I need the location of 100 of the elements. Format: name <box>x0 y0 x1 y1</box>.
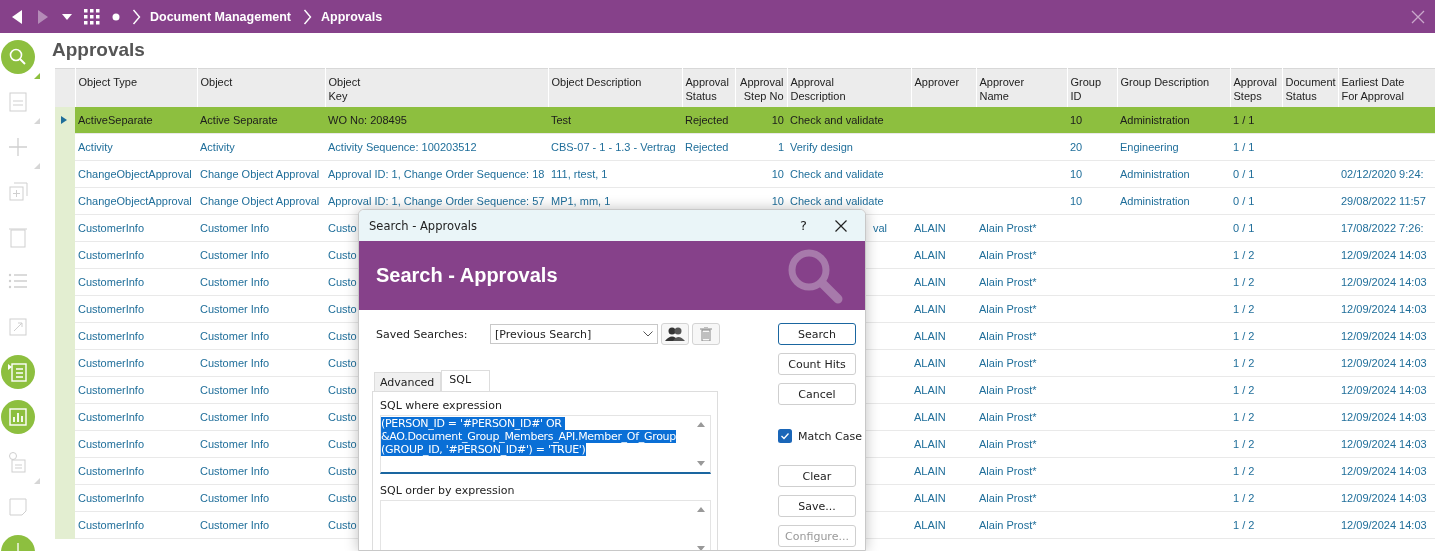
table-cell: Test <box>551 113 572 126</box>
table-cell: 1 / 2 <box>1233 411 1255 423</box>
table-cell: Custo <box>328 384 357 396</box>
table-cell: ChangeObjectApproval <box>78 168 192 180</box>
breadcrumb-link[interactable]: Document Management <box>150 9 291 24</box>
table-cell: Customer Info <box>200 357 270 369</box>
table-cell: Activity Sequence: 100203512 <box>328 141 477 153</box>
table-cell: CustomerInfo <box>78 411 145 423</box>
table-cell: CustomerInfo <box>78 384 145 396</box>
column-header[interactable]: Object <box>197 68 325 107</box>
table-cell: Alain Prost* <box>979 519 1037 531</box>
table-cell: Alain Prost* <box>979 222 1037 234</box>
dialog-button[interactable]: Count Hits <box>778 353 856 375</box>
table-cell: Verify design <box>790 141 853 153</box>
dialog-title: Search - Approvals <box>369 218 477 233</box>
column-header[interactable]: Object Description <box>548 68 682 107</box>
sql-where-field[interactable]: (PERSON_ID = '#PERSON_ID#' OR &AO.Document_Group_Members_API.Member_Of_Group (GROUP_ID, '#PERSON_ID#') = 'TRUE') <box>380 415 711 474</box>
table-cell: 12/09/2024 14:03 <box>1341 465 1427 477</box>
table-cell: 12/09/2024 14:03 <box>1341 276 1427 288</box>
table-row[interactable]: ActiveSeparate Active Separate WO No: 208495 Test Rejected 10 Check and validate 10 Administration 1 / 1 <box>55 106 1435 134</box>
table-cell: 12/09/2024 14:03 <box>1341 357 1427 369</box>
caret-icon[interactable] <box>62 13 72 20</box>
checkbox[interactable] <box>778 429 792 443</box>
table-cell: CustomerInfo <box>78 276 145 288</box>
dialog-button[interactable]: Search <box>778 323 856 345</box>
column-header[interactable]: Approval Status <box>682 68 735 107</box>
table-cell: Custo <box>328 222 357 234</box>
table-cell: 111, rtest, 1 <box>551 168 608 180</box>
help-button[interactable]: ? <box>800 218 807 233</box>
breadcrumb-link[interactable]: Approvals <box>321 9 383 24</box>
table-cell: 1 / 2 <box>1233 276 1255 288</box>
column-header[interactable]: Approver <box>911 68 976 107</box>
apps-grid-icon[interactable] <box>84 8 100 25</box>
table-cell: 12/09/2024 14:03 <box>1341 438 1427 450</box>
table-cell: 1 / 2 <box>1233 303 1255 315</box>
table-cell: Custo <box>328 519 357 531</box>
forward-icon[interactable] <box>36 8 50 25</box>
sql-order-field[interactable] <box>380 500 711 550</box>
table-row[interactable]: ChangeObjectApproval Change Object Approval Approval ID: 1, Change Order Sequence: 18 111, rtest, 1 10 Check and validate 10 Administration 0 / 1 02/12/2020 9:24: <box>55 160 1435 188</box>
table-cell: Customer Info <box>200 249 270 261</box>
column-header[interactable]: Object Key <box>325 68 548 107</box>
table-cell: CustomerInfo <box>78 222 145 234</box>
table-cell: Active Separate <box>200 113 278 126</box>
table-cell: Administration <box>1120 195 1190 207</box>
dialog-button[interactable]: Cancel <box>778 383 856 405</box>
table-cell: 1 / 2 <box>1233 249 1255 261</box>
table-cell: Engineering <box>1120 141 1179 153</box>
table-cell: ALAIN <box>914 465 946 477</box>
dialog-button[interactable]: Clear <box>778 465 856 487</box>
column-header[interactable]: Approver Name <box>976 68 1067 107</box>
table-cell: 12/09/2024 14:03 <box>1341 384 1427 396</box>
tab[interactable]: SQL <box>441 370 491 391</box>
table-cell: ALAIN <box>914 303 946 315</box>
dot-icon[interactable] <box>112 12 120 21</box>
table-cell: 12/09/2024 14:03 <box>1341 519 1427 531</box>
column-header[interactable]: Approval Steps <box>1230 68 1282 107</box>
field-label: SQL where expression <box>380 399 503 412</box>
column-header[interactable]: Approval Description <box>787 68 911 107</box>
trash-icon <box>700 327 712 341</box>
table-cell: Customer Info <box>200 411 270 423</box>
table-cell: CBS-07 - 1 - 1.3 - Vertrag <box>551 141 676 153</box>
table-cell: Activity <box>78 141 113 153</box>
table-cell: 1 / 2 <box>1233 438 1255 450</box>
table-cell: MP1, mm, 1 <box>551 195 611 207</box>
chevron-icon <box>303 8 312 25</box>
saved-searches-dropdown[interactable]: [Previous Search] <box>490 324 658 344</box>
table-cell: ALAIN <box>914 276 946 288</box>
search-icon <box>787 247 843 304</box>
table-row[interactable]: Activity Activity Activity Sequence: 100203512 CBS-07 - 1 - 1.3 - Vertrag Rejected 1 Verify design 20 Engineering 1 / 1 <box>55 133 1435 161</box>
table-cell: Alain Prost* <box>979 303 1037 315</box>
table-cell: CustomerInfo <box>78 303 145 315</box>
table-cell: Approval ID: 1, Change Order Sequence: 57 <box>328 195 545 207</box>
table-cell: ALAIN <box>914 411 946 423</box>
table-cell: Change Object Approval <box>200 168 320 180</box>
column-header[interactable]: Earliest Date For Approval <box>1338 68 1435 107</box>
column-header[interactable]: Document Status <box>1282 68 1338 107</box>
table-cell: Rejected <box>685 141 729 153</box>
column-header[interactable]: Object Type <box>75 68 197 107</box>
table-cell: Alain Prost* <box>979 276 1037 288</box>
table-cell: 1 / 2 <box>1233 384 1255 396</box>
column-header[interactable]: Approval Step No <box>735 68 787 107</box>
table-cell: Alain Prost* <box>979 249 1037 261</box>
table-cell: 10 <box>1070 168 1083 180</box>
table-cell: Activity <box>200 141 235 153</box>
tab[interactable]: Advanced <box>374 372 442 391</box>
dialog-button[interactable]: Save... <box>778 495 856 517</box>
back-icon[interactable] <box>10 8 24 25</box>
close-icon[interactable] <box>835 219 847 232</box>
table-cell: 0 / 1 <box>1233 168 1255 180</box>
table-cell: Customer Info <box>200 303 270 315</box>
checkbox-label[interactable]: Match Case <box>798 429 862 443</box>
table-cell: Custo <box>328 465 357 477</box>
table-cell: ALAIN <box>914 249 946 261</box>
table-cell: 1 <box>777 141 784 153</box>
column-header[interactable]: Group ID <box>1067 68 1117 107</box>
table-cell: 29/08/2022 11:57 <box>1341 195 1426 207</box>
column-header[interactable]: Group Description <box>1117 68 1230 107</box>
search-tool-icon[interactable] <box>0 39 41 80</box>
header-cell <box>55 68 75 107</box>
share-button[interactable] <box>661 323 689 345</box>
